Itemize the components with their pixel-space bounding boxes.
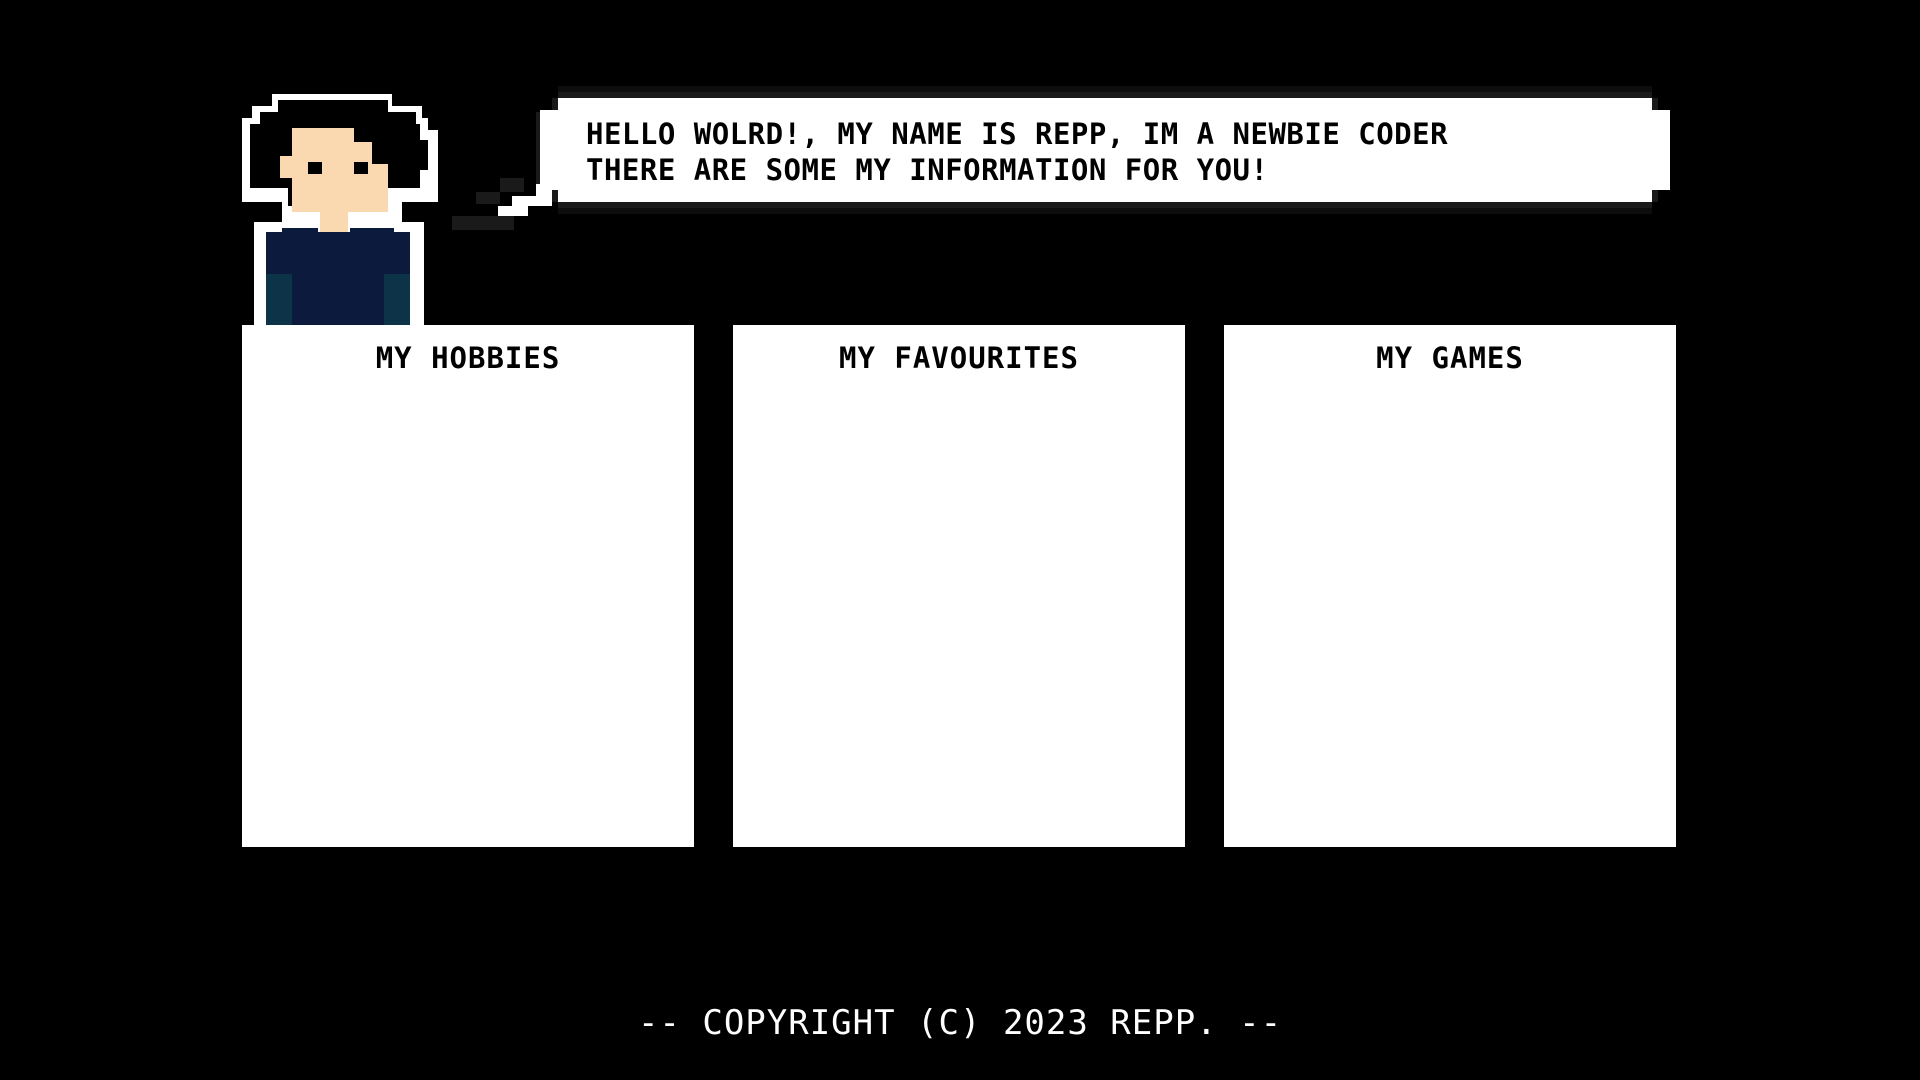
panel-title-favourites: MY FAVOURITES — [839, 341, 1079, 375]
speech-line-1: HELLO WOLRD!, MY NAME IS REPP, IM A NEWB… — [586, 117, 1449, 151]
speech-line-2: THERE ARE SOME MY INFORMATION FOR YOU! — [586, 153, 1269, 187]
panel-games: MY GAMES — [1224, 325, 1676, 847]
footer-copyright: -- COPYRIGHT (C) 2023 REPP. -- — [637, 1003, 1283, 1043]
info-panels: MY HOBBIES MY FAVOURITES MY GAMES — [242, 325, 1676, 847]
panel-favourites: MY FAVOURITES — [733, 325, 1185, 847]
pixel-avatar — [242, 94, 442, 326]
panel-hobbies: MY HOBBIES — [242, 325, 694, 847]
speech-bubble: HELLO WOLRD!, MY NAME IS REPP, IM A NEWB… — [540, 98, 1670, 202]
panel-title-hobbies: MY HOBBIES — [375, 341, 561, 375]
panel-title-games: MY GAMES — [1376, 341, 1524, 375]
